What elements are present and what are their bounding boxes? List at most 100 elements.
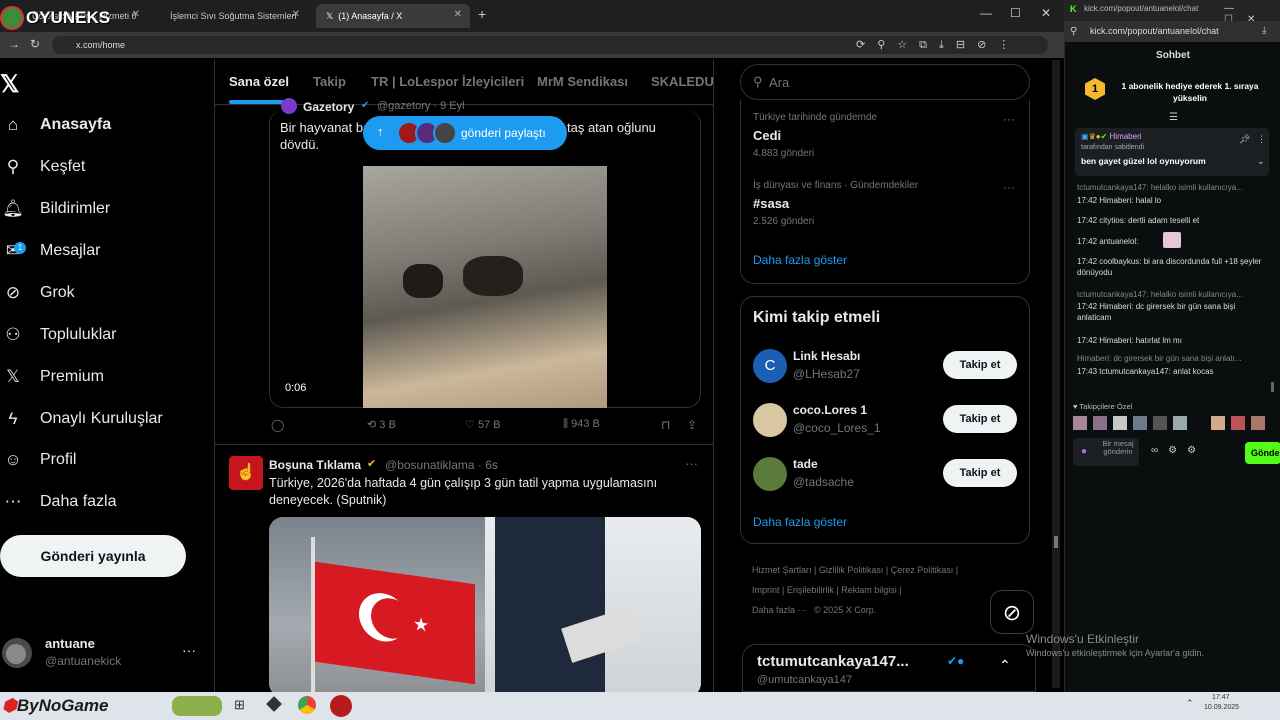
reply-icon[interactable]: ◯	[271, 418, 284, 432]
nav-item-grok[interactable]: ⊘ Grok	[4, 283, 75, 302]
share-icon[interactable]: ⇪	[687, 418, 697, 432]
emote-icon[interactable]	[1231, 416, 1245, 430]
tab-sana-ozel[interactable]: Sana özel	[229, 74, 289, 89]
avatar[interactable]	[2, 638, 32, 668]
account-menu-icon[interactable]: ···	[182, 642, 196, 658]
suggest-name[interactable]: Link Hesabı	[793, 349, 860, 363]
nav-item-anasayfa[interactable]: ⌂ Anasayfa	[4, 115, 111, 134]
nav-item-onaylı-kuruluşlar[interactable]: ϟ Onaylı Kuruluşlar	[4, 409, 163, 428]
tray-chevron-icon[interactable]: ⌃	[1186, 698, 1194, 709]
app-icon[interactable]	[266, 696, 282, 712]
close-icon[interactable]: ✕	[454, 9, 462, 20]
nav-item-bildirimler[interactable]: 🔔︎ Bildirimler	[2, 199, 110, 218]
nav-item-premium[interactable]: 𝕏 Premium	[4, 367, 104, 386]
emote-icon[interactable]	[1073, 416, 1087, 430]
browser-tab-active[interactable]: 𝕏 (1) Anasayfa / X ✕	[316, 4, 470, 28]
follow-button[interactable]: Takip et	[943, 459, 1017, 487]
chrome-icon[interactable]	[298, 696, 316, 714]
download-icon[interactable]: ⤓	[1262, 25, 1266, 36]
follow-button[interactable]: Takip et	[943, 405, 1017, 433]
emote-icon[interactable]	[1093, 416, 1107, 430]
nav-item-profil[interactable]: ☺ Profil	[4, 450, 76, 469]
back-icon[interactable]: →	[8, 37, 20, 51]
nav-item-topluluklar[interactable]: ⚇ Topluluklar	[4, 325, 116, 344]
post-image[interactable]: ★	[269, 517, 701, 692]
browser-tab[interactable]: İşlemci Sıvı Soğutma Sistemleri ✕	[160, 4, 308, 28]
close-icon[interactable]: ✕	[132, 9, 140, 20]
task-view-icon[interactable]: ⊞	[234, 697, 245, 713]
tab-lolespor[interactable]: TR | LoLespor İzleyicileri	[371, 74, 524, 89]
chevron-down-icon[interactable]: ⌄	[1257, 156, 1265, 167]
footer-link[interactable]: Gizlilik Politikası	[819, 565, 884, 575]
trend-title[interactable]: Cedi	[753, 128, 781, 143]
more-icon[interactable]: ⋮	[1257, 134, 1266, 145]
footer-link[interactable]: Hizmet Şartları	[752, 565, 812, 575]
post-more-icon[interactable]: ···	[685, 456, 698, 471]
tab-mrm[interactable]: MrM Sendikası	[537, 74, 628, 89]
show-more-link[interactable]: Daha fazla göster	[753, 253, 847, 267]
lightning-icon: ϟ	[8, 409, 18, 428]
site-info-icon[interactable]: ⚲	[1070, 26, 1077, 37]
x-logo-icon[interactable]: 𝕏	[0, 70, 19, 99]
emote-icon[interactable]	[1173, 416, 1187, 430]
weather-widget[interactable]	[172, 696, 222, 716]
close-window-button[interactable]: ✕	[1041, 6, 1051, 20]
repost-button[interactable]: ⟲ 3 B	[367, 418, 396, 431]
new-tab-button[interactable]: +	[478, 6, 486, 22]
emote-bar[interactable]	[1073, 416, 1269, 432]
footer-link[interactable]: Erişilebilirlik	[787, 585, 834, 595]
post-avatar[interactable]: ☝	[229, 456, 263, 490]
avatar[interactable]: C	[753, 349, 787, 383]
mic-icon[interactable]: ●	[1081, 446, 1087, 457]
video-thumbnail[interactable]	[363, 166, 607, 408]
home-icon: ⌂	[7, 115, 19, 134]
reload-icon[interactable]: ↻	[30, 37, 40, 51]
follow-button[interactable]: Takip et	[943, 351, 1017, 379]
tab-skaledus[interactable]: SKALEDUS	[651, 74, 713, 89]
trend-more-icon[interactable]: ···	[1003, 112, 1015, 126]
trend-title[interactable]: #sasa	[753, 196, 789, 211]
new-posts-toast[interactable]: ↑ gönderi paylaştı	[363, 116, 567, 150]
footer-link[interactable]: Daha fazla ···	[752, 605, 807, 615]
maximize-button[interactable]: ☐	[1010, 6, 1021, 20]
app-icon[interactable]	[330, 695, 352, 717]
chat-tools-icons[interactable]: ∞⚙⚙	[1151, 445, 1206, 456]
emote-icon[interactable]	[1251, 416, 1265, 430]
minimize-button[interactable]: —	[980, 6, 992, 20]
emote-icon[interactable]	[1211, 416, 1225, 430]
post-author[interactable]: Boşuna Tıklama	[269, 458, 361, 472]
send-button[interactable]: Gönder	[1245, 442, 1280, 464]
close-icon[interactable]: ✕	[292, 9, 300, 20]
menu-icon[interactable]: ☰	[1169, 112, 1178, 123]
emote-icon[interactable]	[1133, 416, 1147, 430]
like-button[interactable]: ♡ 57 B	[465, 418, 501, 431]
toolbar-icons[interactable]: ⟳⚲☆⧉⤓⊟⊘⋮	[856, 38, 1021, 52]
bookmark-icon[interactable]: ⊓	[661, 418, 670, 432]
grok-fab-icon[interactable]: ⊘	[990, 590, 1034, 634]
emote-icon[interactable]	[1113, 416, 1127, 430]
avatar[interactable]	[753, 403, 787, 437]
show-more-link[interactable]: Daha fazla göster	[753, 515, 847, 529]
kick-address-bar[interactable]: ⚲ kick.com/popout/antuanelol/chat ⤓	[1064, 21, 1280, 42]
chat-input[interactable]: ● Bir mesaj gönderin	[1073, 438, 1139, 466]
footer-link[interactable]: Imprint	[752, 585, 780, 595]
scrollbar[interactable]	[1271, 382, 1274, 392]
avatar[interactable]	[753, 457, 787, 491]
trend-more-icon[interactable]: ···	[1003, 180, 1015, 194]
suggest-name[interactable]: coco.Lores 1	[793, 403, 867, 417]
emote-icon[interactable]	[1153, 416, 1167, 430]
suggest-name[interactable]: tade	[793, 457, 818, 471]
chat-drawer[interactable]: tctumutcankaya147... ✔● @umutcankaya147 …	[742, 644, 1036, 692]
views-button[interactable]: ⫼ 943 B	[563, 418, 600, 431]
post-button[interactable]: Gönderi yayınla	[0, 535, 186, 577]
footer-link[interactable]: Çerez Politikası	[891, 565, 954, 575]
tab-takip[interactable]: Takip	[313, 74, 346, 89]
nav-item-keşfet[interactable]: ⚲ Keşfet	[4, 157, 86, 176]
expand-icon[interactable]: ⌃	[999, 657, 1011, 674]
search-box[interactable]: ⚲ Ara	[740, 64, 1030, 100]
divider	[215, 444, 713, 445]
pin-icon[interactable]: 📌︎	[1239, 134, 1250, 145]
nav-item-daha-fazla[interactable]: ⋯ Daha fazla	[4, 492, 117, 511]
scrollbar[interactable]	[1052, 60, 1060, 688]
footer-link[interactable]: Reklam bilgisi	[841, 585, 897, 595]
